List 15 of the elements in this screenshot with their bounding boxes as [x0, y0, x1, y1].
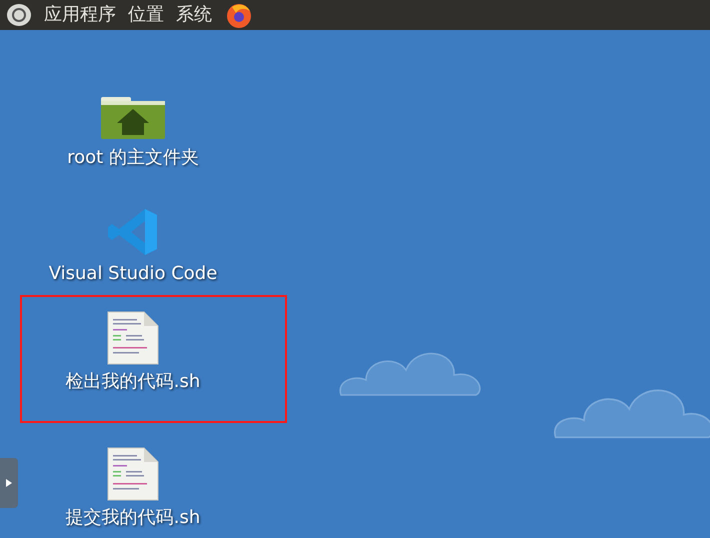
home-folder-icon: [99, 95, 167, 141]
icon-label[interactable]: root 的主文件夹: [67, 149, 199, 167]
browser-icon[interactable]: [224, 1, 254, 29]
menu-item[interactable]: 应用程序: [44, 6, 116, 24]
text-file-icon: [106, 311, 160, 365]
text-file-icon: [106, 447, 160, 501]
icon-label[interactable]: 提交我的代码.sh: [66, 509, 200, 527]
logo-icon[interactable]: [6, 3, 32, 27]
arrow-icon: [6, 479, 12, 487]
icon-label[interactable]: 检出我的代码.sh: [66, 373, 200, 391]
menu-item[interactable]: 位置: [128, 6, 164, 24]
code-editor-icon: [107, 207, 159, 257]
panel-handle[interactable]: [0, 458, 18, 508]
menu-item[interactable]: 系统: [176, 6, 212, 24]
icon-label[interactable]: Visual Studio Code: [48, 265, 218, 283]
